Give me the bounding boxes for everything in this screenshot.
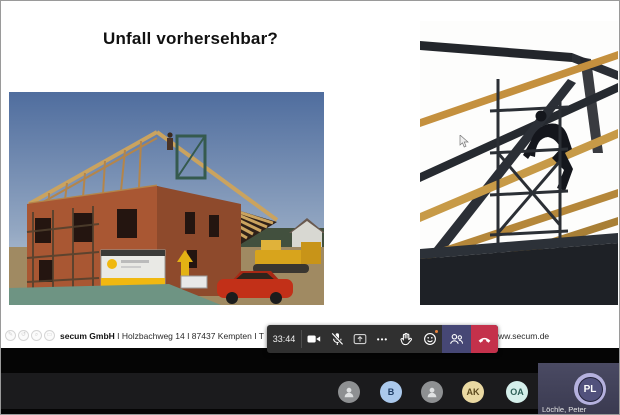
speaker-avatar: PL	[578, 377, 603, 402]
participants-button[interactable]	[442, 325, 471, 353]
participants-icon	[449, 332, 464, 346]
undo-icon[interactable]: ↺	[18, 330, 29, 341]
raise-hand-button[interactable]	[394, 325, 417, 353]
camera-button[interactable]	[302, 325, 325, 353]
reactions-button[interactable]	[417, 325, 442, 353]
person-silhouette-icon	[426, 386, 438, 398]
share-screen-icon	[353, 332, 367, 346]
slide-title: Unfall vorhersehbar?	[103, 29, 278, 49]
participant-avatar[interactable]: B	[380, 381, 402, 403]
presentation-slide: Unfall vorhersehbar?	[1, 1, 619, 348]
company-name: secum GmbH	[60, 331, 115, 341]
shape-icon[interactable]: ▭	[44, 330, 55, 341]
slide-footer-address: secum GmbH I Holzbachweg 14 I 87437 Kemp…	[60, 331, 264, 341]
participant-avatar[interactable]: OA	[506, 381, 528, 403]
camera-icon	[307, 332, 321, 346]
speaking-indicator-ring: PL	[574, 373, 606, 405]
participant-avatar[interactable]	[338, 381, 360, 403]
mic-muted-button[interactable]	[325, 325, 348, 353]
steel-structure-photo	[420, 21, 618, 305]
magnifier-icon[interactable]: ⌕	[31, 330, 42, 341]
slide-footer-website: www.secum.de	[492, 331, 549, 341]
reactions-smiley-icon	[423, 332, 437, 346]
meeting-controls-toolbar: 33:44 •••	[267, 325, 498, 353]
mic-muted-icon	[330, 332, 344, 346]
company-address: I Holzbachweg 14 I 87437 Kempten I T	[115, 331, 264, 341]
pen-icon[interactable]: ✎	[5, 330, 16, 341]
notification-dot	[434, 329, 439, 334]
person-silhouette-icon	[343, 386, 355, 398]
meeting-window: Unfall vorhersehbar?	[0, 0, 620, 415]
participants-bar	[1, 348, 620, 415]
raise-hand-icon	[399, 332, 413, 346]
share-screen-button[interactable]	[348, 325, 371, 353]
more-options-button[interactable]: •••	[371, 325, 394, 353]
participant-avatar[interactable]: AK	[462, 381, 484, 403]
active-speaker-tile[interactable]: PL Löchle, Peter	[538, 363, 620, 415]
construction-house-photo	[9, 92, 324, 305]
annotation-tools: ✎ ↺ ⌕ ▭	[5, 330, 55, 341]
meeting-timer: 33:44	[267, 325, 301, 353]
hang-up-icon	[477, 332, 492, 346]
speaker-name: Löchle, Peter	[542, 405, 586, 414]
mouse-cursor-icon	[459, 135, 469, 153]
hang-up-button[interactable]	[471, 325, 498, 353]
participant-avatar[interactable]	[421, 381, 443, 403]
